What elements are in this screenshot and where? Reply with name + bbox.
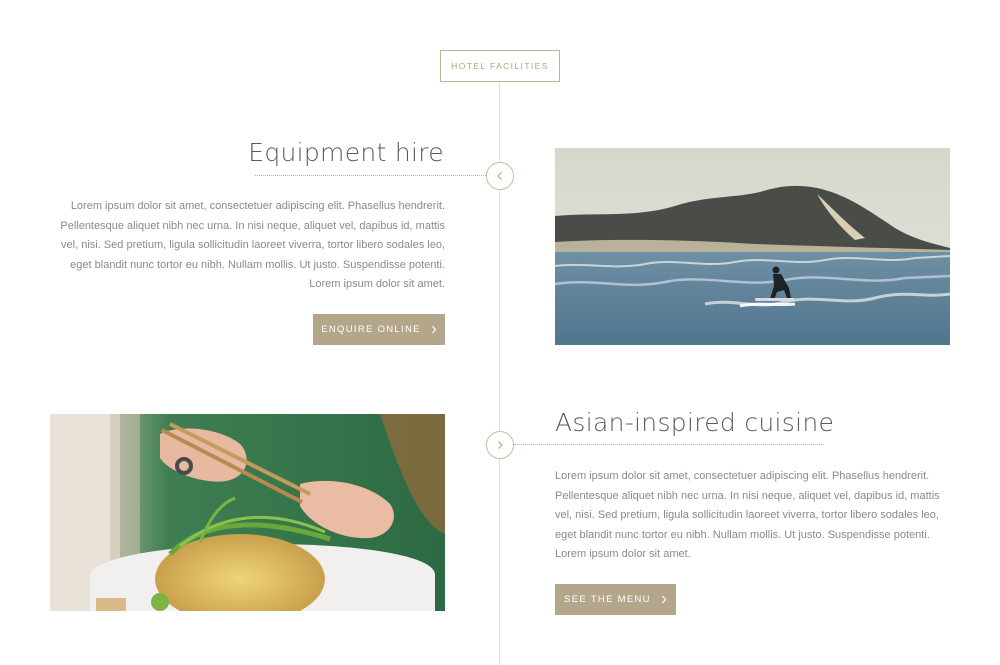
facility-description: Lorem ipsum dolor sit amet, consectetuer… xyxy=(60,200,445,290)
chevron-right-icon xyxy=(498,441,503,449)
chevron-right-icon xyxy=(431,325,437,334)
see-the-menu-button[interactable]: SEE THE MENU xyxy=(555,584,676,615)
title-divider xyxy=(514,444,824,445)
chevron-right-icon xyxy=(661,595,667,604)
surfer-ocean-photo xyxy=(555,148,950,345)
chevron-left-icon xyxy=(497,172,502,180)
facility-title: Equipment hire xyxy=(248,138,444,167)
section-tag-label: HOTEL FACILITIES xyxy=(451,61,549,71)
button-label: SEE THE MENU xyxy=(564,594,651,605)
timeline-node[interactable] xyxy=(486,431,514,459)
timeline-node[interactable] xyxy=(486,162,514,190)
enquire-online-button[interactable]: ENQUIRE ONLINE xyxy=(313,314,445,345)
facility-description: Lorem ipsum dolor sit amet, consectetuer… xyxy=(555,470,940,560)
title-divider xyxy=(255,175,486,176)
button-label: ENQUIRE ONLINE xyxy=(321,324,421,335)
noodle-dish-photo xyxy=(50,414,445,611)
section-tag: HOTEL FACILITIES xyxy=(440,50,560,82)
facility-title: Asian-inspired cuisine xyxy=(555,408,835,437)
